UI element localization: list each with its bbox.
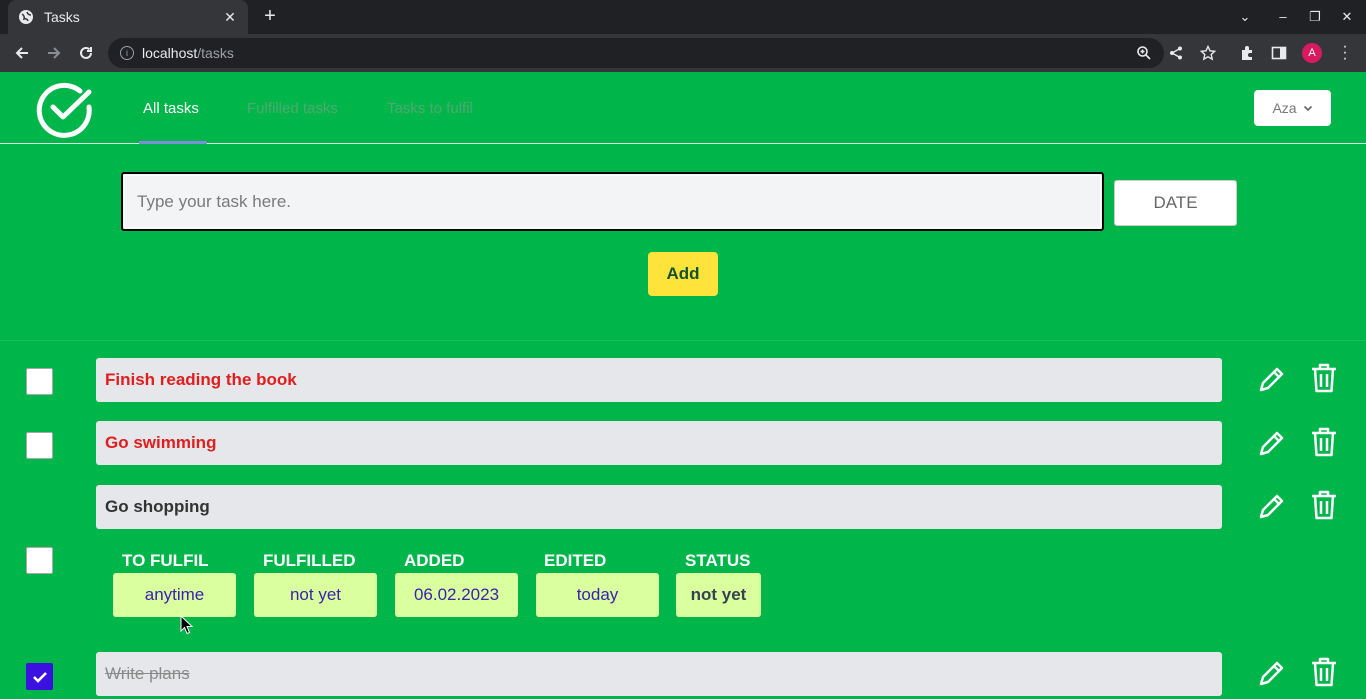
edit-pencil-icon[interactable] <box>1257 427 1287 459</box>
forward-icon[interactable] <box>44 43 64 63</box>
minimize-icon[interactable]: – <box>1274 8 1292 26</box>
user-menu-button[interactable]: Aza <box>1254 90 1331 126</box>
detail-value-fulfilled: not yet <box>254 573 377 617</box>
task-checkbox-checked[interactable] <box>26 663 53 690</box>
edit-pencil-icon[interactable] <box>1257 657 1287 689</box>
active-nav-indicator <box>139 141 207 144</box>
check-logo-icon <box>36 82 92 138</box>
browser-tab[interactable]: Tasks ✕ <box>8 0 248 34</box>
info-icon[interactable]: i <box>120 46 134 60</box>
task-text: Go shopping <box>105 497 210 516</box>
zoom-icon[interactable] <box>1136 45 1152 61</box>
user-name: Aza <box>1272 100 1297 116</box>
app-header: All tasks Fulfilled tasks Tasks to fulfi… <box>0 72 1366 144</box>
share-icon[interactable] <box>1168 45 1184 61</box>
more-options-icon[interactable]: · · · <box>1340 39 1350 67</box>
trash-icon[interactable] <box>1309 362 1339 394</box>
restore-icon[interactable]: ❐ <box>1306 8 1324 26</box>
date-button[interactable]: DATE <box>1114 180 1237 226</box>
task-text: Go swimming <box>105 433 217 452</box>
detail-value-status: not yet <box>676 573 761 617</box>
close-window-icon[interactable]: ✕ <box>1338 8 1356 26</box>
reload-icon[interactable] <box>76 43 96 63</box>
side-panel-icon[interactable] <box>1270 44 1288 62</box>
close-tab-icon[interactable]: ✕ <box>222 9 238 26</box>
detail-label-to-fulfil: TO FULFIL <box>122 551 209 570</box>
detail-label-edited: EDITED <box>544 551 607 570</box>
detail-label-added: ADDED <box>404 551 465 570</box>
detail-value-edited: today <box>536 573 659 617</box>
trash-icon[interactable] <box>1309 656 1339 688</box>
nav-fulfilled-tasks[interactable]: Fulfilled tasks <box>247 100 338 117</box>
task-row[interactable]: Finish reading the book <box>96 358 1222 402</box>
globe-icon <box>18 9 34 25</box>
detail-label-status: STATUS <box>685 551 751 570</box>
task-checkbox[interactable] <box>26 432 53 459</box>
detail-value-to-fulfil: anytime <box>113 573 236 617</box>
task-text: Finish reading the book <box>105 370 297 389</box>
trash-icon[interactable] <box>1309 489 1339 521</box>
task-text: Write plans <box>105 664 190 683</box>
address-bar[interactable]: i localhost/tasks <box>108 38 1216 68</box>
chevron-down-icon <box>1303 105 1312 112</box>
task-checkbox[interactable] <box>26 368 53 395</box>
chevron-down-icon[interactable]: ⌄ <box>1236 8 1254 26</box>
task-checkbox[interactable] <box>26 547 53 574</box>
back-icon[interactable] <box>12 43 32 63</box>
star-icon[interactable] <box>1200 45 1216 61</box>
detail-value-added: 06.02.2023 <box>395 573 518 617</box>
detail-label-fulfilled: FULFILLED <box>263 551 356 570</box>
url-path: /tasks <box>197 45 234 61</box>
browser-tabbar: Tasks ✕ + ⌄ – ❐ ✕ <box>0 0 1366 34</box>
extensions-icon[interactable] <box>1238 44 1256 62</box>
tab-title: Tasks <box>44 9 80 25</box>
profile-avatar[interactable]: A <box>1302 43 1322 63</box>
nav-all-tasks[interactable]: All tasks <box>143 100 199 117</box>
task-row[interactable]: Write plans <box>96 652 1222 696</box>
task-input[interactable] <box>121 172 1104 231</box>
add-button[interactable]: Add <box>648 252 718 296</box>
nav-tasks-to-fulfil[interactable]: Tasks to fulfil <box>387 100 473 117</box>
mouse-cursor-icon <box>180 615 194 635</box>
new-tab-icon[interactable]: + <box>260 6 280 26</box>
browser-toolbar: i localhost/tasks <box>0 34 1366 72</box>
task-row[interactable]: Go swimming <box>96 421 1222 465</box>
trash-icon[interactable] <box>1309 426 1339 458</box>
divider <box>0 340 1366 341</box>
edit-pencil-icon[interactable] <box>1257 490 1287 522</box>
url-host: localhost <box>142 45 198 61</box>
task-row[interactable]: Go shopping <box>96 485 1222 529</box>
edit-pencil-icon[interactable] <box>1257 363 1287 395</box>
checkmark-icon <box>32 671 47 683</box>
